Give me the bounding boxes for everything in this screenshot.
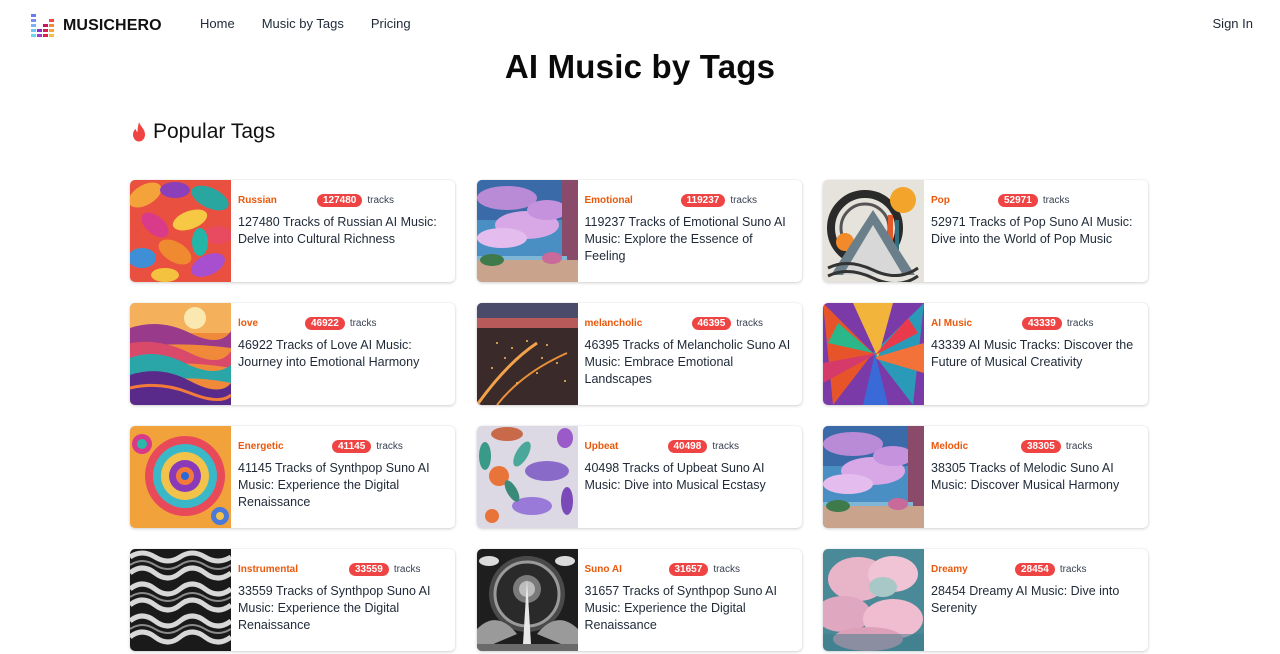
track-count-badge: 43339 bbox=[1022, 316, 1062, 330]
tag-card-title[interactable]: 28454 Dreamy AI Music: Dive into Serenit… bbox=[931, 583, 1140, 617]
tag-name[interactable]: Upbeat bbox=[585, 441, 619, 452]
tag-name[interactable]: AI Music bbox=[931, 318, 972, 329]
psychedelic-spirals-image bbox=[130, 426, 231, 528]
pink-clouds-seaside-image bbox=[823, 426, 924, 528]
track-count-badge: 127480 bbox=[317, 193, 363, 207]
tag-thumbnail bbox=[130, 549, 231, 651]
tag-card-title[interactable]: 46922 Tracks of Love AI Music: Journey i… bbox=[238, 337, 447, 371]
tag-thumbnail bbox=[476, 303, 578, 405]
tracks-label: tracks bbox=[1042, 194, 1070, 206]
nav-music-by-tags[interactable]: Music by Tags bbox=[262, 16, 344, 31]
tag-thumbnail bbox=[130, 303, 231, 405]
equalizer-bars-icon bbox=[30, 13, 55, 38]
track-count-badge: 41145 bbox=[332, 439, 372, 453]
city-night-lights-image bbox=[476, 303, 578, 405]
track-count-badge: 46922 bbox=[305, 316, 345, 330]
main-nav: Home Music by Tags Pricing bbox=[200, 16, 438, 31]
tag-card-energetic[interactable]: Energetic 41145 tracks 41145 Tracks of S… bbox=[130, 426, 455, 528]
tag-thumbnail bbox=[476, 426, 578, 528]
tag-card-dreamy[interactable]: Dreamy 28454 tracks 28454 Dreamy AI Musi… bbox=[823, 549, 1148, 651]
tag-card-love[interactable]: love 46922 tracks 46922 Tracks of Love A… bbox=[130, 303, 455, 405]
sunset-waves-image bbox=[130, 303, 231, 405]
tag-card-title[interactable]: 41145 Tracks of Synthpop Suno AI Music: … bbox=[238, 460, 447, 511]
tag-card-suno-ai[interactable]: Suno AI 31657 tracks 31657 Tracks of Syn… bbox=[476, 549, 802, 651]
tag-card-title[interactable]: 43339 AI Music Tracks: Discover the Futu… bbox=[931, 337, 1140, 371]
brand-name: MUSICHERO bbox=[63, 16, 162, 34]
tracks-label: tracks bbox=[367, 194, 395, 206]
tag-card-emotional[interactable]: Emotional 119237 tracks 119237 Tracks of… bbox=[476, 180, 802, 282]
tag-card-russian[interactable]: Russian 127480 tracks 127480 Tracks of R… bbox=[130, 180, 455, 282]
popular-tags-heading: Popular Tags bbox=[131, 120, 275, 144]
tag-name[interactable]: Russian bbox=[238, 195, 277, 206]
tracks-label: tracks bbox=[713, 563, 740, 575]
tracks-label: tracks bbox=[730, 194, 757, 206]
tag-card-title[interactable]: 38305 Tracks of Melodic Suno AI Music: D… bbox=[931, 460, 1140, 494]
tag-name[interactable]: Suno AI bbox=[585, 564, 622, 575]
tag-thumbnail bbox=[476, 180, 578, 282]
tag-thumbnail bbox=[823, 426, 924, 528]
tag-card-title[interactable]: 127480 Tracks of Russian AI Music: Delve… bbox=[238, 214, 447, 248]
nav-pricing[interactable]: Pricing bbox=[371, 16, 411, 31]
brand-logo-link[interactable]: MUSICHERO bbox=[30, 13, 162, 38]
tag-name[interactable]: love bbox=[238, 318, 258, 329]
pink-clouds-seaside-image bbox=[476, 180, 578, 282]
tracks-label: tracks bbox=[712, 440, 739, 452]
tag-thumbnail bbox=[130, 426, 231, 528]
tracks-label: tracks bbox=[376, 440, 403, 452]
tag-name[interactable]: melancholic bbox=[585, 318, 643, 329]
tag-card-title[interactable]: 46395 Tracks of Melancholic Suno AI Musi… bbox=[585, 337, 794, 388]
tag-thumbnail bbox=[823, 180, 924, 282]
track-count-badge: 31657 bbox=[668, 562, 709, 576]
tag-card-pop[interactable]: Pop 52971 tracks 52971 Tracks of Pop Sun… bbox=[823, 180, 1148, 282]
sign-in-link[interactable]: Sign In bbox=[1213, 16, 1253, 31]
tracks-label: tracks bbox=[393, 563, 421, 575]
top-navbar: MUSICHERO Home Music by Tags Pricing Sig… bbox=[0, 0, 1280, 50]
tracks-label: tracks bbox=[1065, 440, 1093, 452]
tag-card-ai-music[interactable]: AI Music 43339 tracks 43339 AI Music Tra… bbox=[823, 303, 1148, 405]
tag-card-title[interactable]: 119237 Tracks of Emotional Suno AI Music… bbox=[585, 214, 794, 265]
track-count-badge: 33559 bbox=[349, 562, 389, 576]
track-count-badge: 119237 bbox=[680, 193, 726, 207]
tag-card-title[interactable]: 31657 Tracks of Synthpop Suno AI Music: … bbox=[585, 583, 794, 634]
track-count-badge: 40498 bbox=[667, 439, 708, 453]
tag-name[interactable]: Energetic bbox=[238, 441, 284, 452]
tag-thumbnail bbox=[476, 549, 578, 651]
tag-name[interactable]: Dreamy bbox=[931, 564, 968, 575]
nav-home[interactable]: Home bbox=[200, 16, 235, 31]
track-count-badge: 46395 bbox=[691, 316, 732, 330]
tag-card-melodic[interactable]: Melodic 38305 tracks 38305 Tracks of Mel… bbox=[823, 426, 1148, 528]
tag-name[interactable]: Melodic bbox=[931, 441, 968, 452]
tag-card-title[interactable]: 33559 Tracks of Synthpop Suno AI Music: … bbox=[238, 583, 447, 634]
tag-name[interactable]: Emotional bbox=[585, 195, 633, 206]
tag-thumbnail bbox=[823, 303, 924, 405]
monochrome-waves-image bbox=[130, 549, 231, 651]
tag-card-melancholic[interactable]: melancholic 46395 tracks 46395 Tracks of… bbox=[476, 303, 802, 405]
fire-icon bbox=[133, 122, 145, 142]
track-count-badge: 28454 bbox=[1015, 562, 1055, 576]
tracks-label: tracks bbox=[1066, 317, 1094, 329]
fish-and-crabs-pattern-image bbox=[476, 426, 578, 528]
tag-name[interactable]: Pop bbox=[931, 195, 950, 206]
tag-thumbnail bbox=[823, 549, 924, 651]
tag-card-title[interactable]: 40498 Tracks of Upbeat Suno AI Music: Di… bbox=[585, 460, 794, 494]
tracks-label: tracks bbox=[1059, 563, 1087, 575]
tag-card-title[interactable]: 52971 Tracks of Pop Suno AI Music: Dive … bbox=[931, 214, 1140, 248]
tag-thumbnail bbox=[130, 180, 231, 282]
section-title: Popular Tags bbox=[153, 120, 276, 143]
tag-name[interactable]: Instrumental bbox=[238, 564, 298, 575]
monochrome-portal-image bbox=[476, 549, 578, 651]
tag-card-instrumental[interactable]: Instrumental 33559 tracks 33559 Tracks o… bbox=[130, 549, 455, 651]
page-title: AI Music by Tags bbox=[504, 48, 776, 85]
tracks-label: tracks bbox=[736, 317, 763, 329]
track-count-badge: 38305 bbox=[1021, 439, 1061, 453]
abstract-mountain-sun-image bbox=[823, 180, 924, 282]
colorful-abstract-swirls-image bbox=[130, 180, 231, 282]
tracks-label: tracks bbox=[349, 317, 377, 329]
track-count-badge: 52971 bbox=[998, 193, 1038, 207]
tag-card-upbeat[interactable]: Upbeat 40498 tracks 40498 Tracks of Upbe… bbox=[476, 426, 802, 528]
tag-card-grid: Russian 127480 tracks 127480 Tracks of R… bbox=[130, 180, 1148, 651]
colorful-shards-image bbox=[823, 303, 924, 405]
pink-cloudscape-image bbox=[823, 549, 924, 651]
